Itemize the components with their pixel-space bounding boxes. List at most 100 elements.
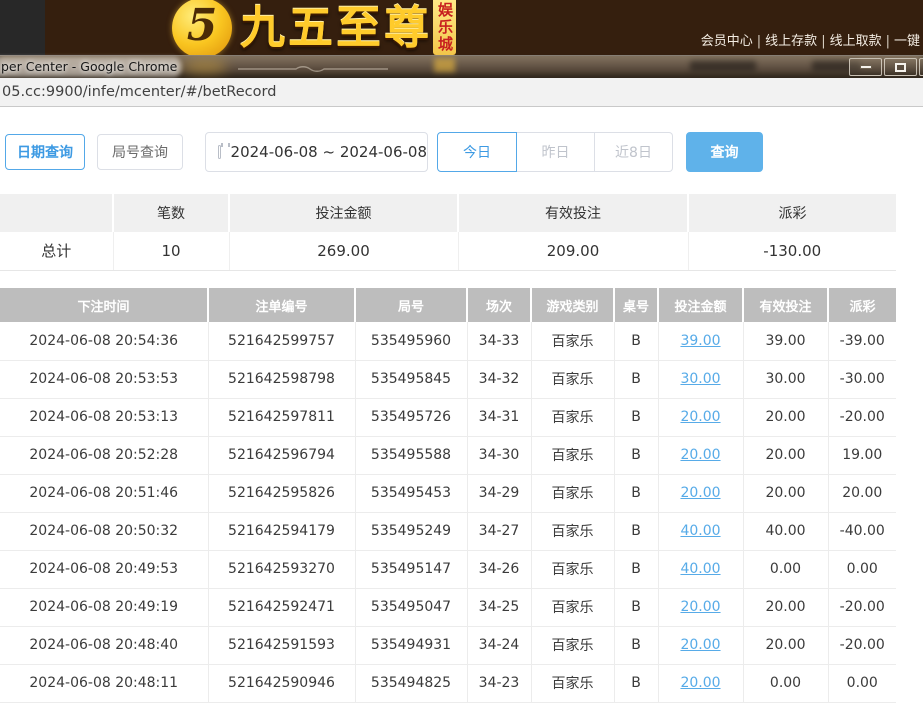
bet-amount-link[interactable]: 20.00 [680,485,720,501]
cell-round-id: 535495453 [355,474,467,512]
close-button[interactable] [919,58,923,76]
cell-round-id: 535494825 [355,664,467,702]
cell-bet-time: 2024-06-08 20:53:13 [0,398,208,436]
cell-valid-bet: 20.00 [743,626,828,664]
cell-session: 34-26 [467,550,531,588]
summary-header-payout: 派彩 [688,194,896,232]
cell-round-id: 535494931 [355,626,467,664]
summary-header-count: 笔数 [113,194,229,232]
summary-valid-bet: 209.00 [458,232,688,270]
table-row: 2024-06-08 20:48:11 521642590946 5354948… [0,664,896,702]
cell-payout: -30.00 [828,360,896,398]
bet-amount-link[interactable]: 30.00 [680,371,720,387]
coin-digit: 5 [187,4,218,48]
nav-separator: | [886,34,890,49]
cell-bet-amount: 20.00 [658,398,743,436]
nav-link[interactable]: 线上存款 [765,34,817,49]
site-logo: 5 九五至尊 [172,0,432,55]
window-title: per Center - Google Chrome [1,59,177,74]
header-bet-amount: 投注金额 [658,288,743,322]
quick-last8days-button[interactable]: 近8日 [595,132,673,172]
nav-link[interactable]: 会员中心 [701,34,753,49]
cell-session: 34-25 [467,588,531,626]
bet-amount-link[interactable]: 39.00 [680,333,720,349]
cell-order-id: 521642596794 [208,436,355,474]
cell-round-id: 535495147 [355,550,467,588]
cell-bet-amount: 40.00 [658,550,743,588]
cell-game-type: 百家乐 [531,588,614,626]
table-row: 2024-06-08 20:50:32 521642594179 5354952… [0,512,896,550]
summary-bet-amount: 269.00 [229,232,458,270]
cell-bet-time: 2024-06-08 20:48:11 [0,664,208,702]
cell-game-type: 百家乐 [531,436,614,474]
coin-glow-through-glass [183,59,227,74]
nav-separator: | [757,34,761,49]
cell-session: 34-32 [467,360,531,398]
cell-valid-bet: 20.00 [743,588,828,626]
cell-session: 34-23 [467,664,531,702]
cell-round-id: 535495960 [355,322,467,360]
bet-amount-link[interactable]: 20.00 [680,637,720,653]
header-table-no: 桌号 [614,288,658,322]
cell-session: 34-24 [467,626,531,664]
table-row: 2024-06-08 20:49:53 521642593270 5354951… [0,550,896,588]
cell-order-id: 521642593270 [208,550,355,588]
coin-logo-icon: 5 [172,0,232,55]
nav-link[interactable]: 线上取款 [830,34,882,49]
cell-game-type: 百家乐 [531,322,614,360]
cell-bet-time: 2024-06-08 20:50:32 [0,512,208,550]
bet-amount-link[interactable]: 20.00 [680,447,720,463]
bet-amount-link[interactable]: 20.00 [680,599,720,615]
cell-bet-amount: 20.00 [658,436,743,474]
window-titlebar[interactable]: per Center - Google Chrome [0,55,923,78]
cell-table-no: B [614,474,658,512]
cell-game-type: 百家乐 [531,626,614,664]
records-table: 下注时间 注单编号 局号 场次 游戏类别 桌号 投注金额 有效投注 派彩 202… [0,288,896,703]
search-button[interactable]: 查询 [686,132,763,172]
header-order-id: 注单编号 [208,288,355,322]
cell-valid-bet: 30.00 [743,360,828,398]
cell-payout: -39.00 [828,322,896,360]
url-text: 05.cc:9900/infe/mcenter/#/betRecord [2,78,276,106]
quick-today-button[interactable]: 今日 [437,132,517,172]
tab-round-query[interactable]: 局号查询 [97,134,183,170]
cell-payout: -20.00 [828,626,896,664]
cell-table-no: B [614,398,658,436]
header-valid-bet: 有效投注 [743,288,828,322]
cell-game-type: 百家乐 [531,360,614,398]
cell-round-id: 535495047 [355,588,467,626]
entertainment-badge: 娱乐城 [433,0,456,55]
bet-record-page: 日期查询 局号查询 2024-06-08 ~ 2024-06-08 今日 昨日 … [0,107,923,726]
quick-yesterday-button[interactable]: 昨日 [517,132,595,172]
minimize-button[interactable] [849,58,882,76]
cell-game-type: 百家乐 [531,474,614,512]
bet-amount-link[interactable]: 40.00 [680,523,720,539]
summary-header-valid-bet: 有效投注 [458,194,688,232]
cell-bet-amount: 40.00 [658,512,743,550]
table-row: 2024-06-08 20:52:28 521642596794 5354955… [0,436,896,474]
summary-total-row: 总计 10 269.00 209.00 -130.00 [0,232,896,270]
summary-total-label: 总计 [0,232,113,270]
address-bar[interactable]: 05.cc:9900/infe/mcenter/#/betRecord [0,78,923,107]
cell-table-no: B [614,664,658,702]
cell-round-id: 535495726 [355,398,467,436]
summary-header-row: 笔数 投注金额 有效投注 派彩 [0,194,896,232]
summary-header-bet-amount: 投注金额 [229,194,458,232]
table-row: 2024-06-08 20:54:36 521642599757 5354959… [0,322,896,360]
cell-order-id: 521642592471 [208,588,355,626]
cell-table-no: B [614,360,658,398]
casino-site-header: 5 九五至尊 娱乐城 会员中心|线上存款|线上取款|一键 [0,0,923,55]
nav-link[interactable]: 一键 [894,34,920,49]
tab-date-query[interactable]: 日期查询 [5,134,85,170]
bet-amount-link[interactable]: 20.00 [680,675,720,691]
cell-bet-time: 2024-06-08 20:49:19 [0,588,208,626]
cell-bet-amount: 20.00 [658,588,743,626]
cell-session: 34-29 [467,474,531,512]
cell-order-id: 521642595826 [208,474,355,512]
header-game-type: 游戏类别 [531,288,614,322]
cell-payout: 19.00 [828,436,896,474]
maximize-button[interactable] [884,58,917,76]
bet-amount-link[interactable]: 40.00 [680,561,720,577]
bet-amount-link[interactable]: 20.00 [680,409,720,425]
date-range-input[interactable]: 2024-06-08 ~ 2024-06-08 [205,132,428,172]
